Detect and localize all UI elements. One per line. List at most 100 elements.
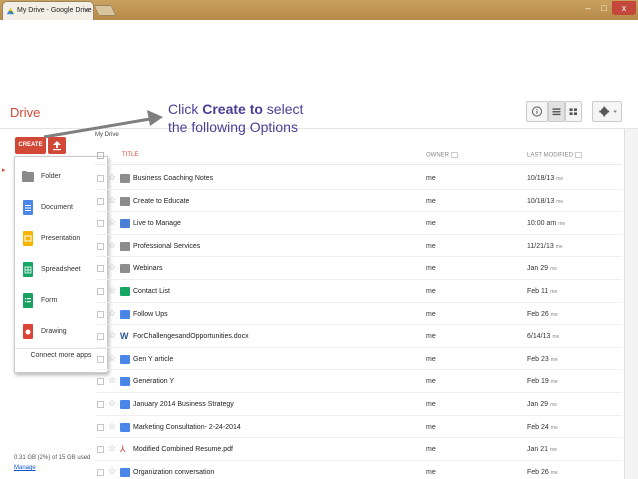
table-row[interactable]: ☆ Generation Yme Feb 19 me [95, 370, 622, 393]
sort-dropdown-icon[interactable] [574, 152, 582, 158]
modified-date: 11/21/13 [527, 242, 554, 250]
menu-item-document[interactable]: Document [15, 193, 107, 224]
star-icon[interactable]: ☆ [108, 172, 116, 183]
file-name[interactable]: Organization conversation [133, 469, 214, 476]
star-icon[interactable]: ☆ [108, 421, 116, 432]
row-checkbox[interactable] [97, 310, 104, 318]
file-name[interactable]: January 2014 Business Strategy [133, 401, 234, 408]
file-modified: 6/14/13 me [527, 333, 559, 340]
row-checkbox[interactable] [97, 355, 104, 363]
manage-storage-link[interactable]: Manage [14, 465, 36, 471]
modified-date: Feb 24 [527, 423, 549, 431]
star-icon[interactable]: ☆ [108, 262, 116, 273]
star-icon[interactable]: ☆ [108, 375, 116, 386]
table-row[interactable]: ☆ Create to Educate me 10/18/13 me [95, 190, 622, 213]
row-checkbox[interactable] [97, 175, 104, 182]
file-name[interactable]: Marketing Consultation- 2-24-2014 [133, 424, 241, 431]
file-name[interactable]: Business Coaching Notes [133, 175, 213, 182]
create-button[interactable]: CREATE [15, 137, 46, 154]
annotation-prefix: Click [168, 101, 203, 117]
star-icon[interactable]: ☆ [108, 308, 116, 319]
row-checkbox[interactable] [97, 333, 104, 341]
document-icon [120, 309, 130, 319]
star-icon[interactable]: ☆ [108, 285, 116, 296]
menu-item-form[interactable]: Form [15, 286, 107, 317]
menu-item-presentation[interactable]: Presentation [15, 224, 107, 255]
menu-item-label: Spreadsheet [41, 266, 81, 273]
menu-item-drawing[interactable]: Drawing [15, 317, 107, 348]
table-row[interactable]: ☆ Organization conversation me Feb 26 me [95, 461, 622, 479]
file-name[interactable]: Modified Combined Resume.pdf [133, 446, 233, 453]
table-row[interactable]: ☆ Gen Y article me Feb 23 me [95, 348, 622, 371]
file-name[interactable]: Professional Services [133, 243, 200, 250]
star-icon[interactable]: ☆ [108, 330, 116, 341]
breadcrumb[interactable]: My Drive [95, 132, 119, 138]
file-owner: me [426, 400, 436, 408]
menu-divider [15, 348, 107, 349]
annotation-line2: the following Options [168, 119, 298, 135]
sort-dropdown-icon[interactable] [451, 152, 458, 158]
column-owner[interactable]: OWNER [426, 152, 458, 159]
file-name[interactable]: Webinars [133, 265, 162, 272]
table-row[interactable]: ☆ January 2014 Business Strategy me Jan 29 m… [95, 393, 622, 416]
file-modified: 10:00 am me [527, 220, 565, 227]
nav-expand-icon[interactable]: ▸ [2, 166, 8, 174]
spreadsheet-icon [23, 262, 33, 277]
table-row[interactable]: ☆ Contact List me Feb 11 me [95, 280, 622, 303]
file-name[interactable]: Follow Ups [133, 311, 168, 318]
table-row[interactable]: ☆ Professional Services me 11/21/13 me [95, 235, 622, 258]
star-icon[interactable]: ☆ [108, 466, 116, 477]
row-checkbox[interactable] [97, 378, 104, 386]
row-checkbox[interactable] [97, 468, 104, 476]
modified-by: me [552, 334, 560, 341]
table-row[interactable]: ☆ W ForChallengesandOpportunities.docx me 6/… [95, 325, 622, 348]
modified-by: me [550, 356, 558, 363]
star-icon[interactable]: ☆ [108, 195, 116, 206]
modified-by: me [558, 221, 566, 228]
upload-button[interactable] [48, 137, 66, 154]
file-owner: me [426, 242, 436, 250]
word-file-icon: W [120, 331, 129, 342]
modified-date: 10:00 am [527, 220, 557, 228]
modified-date: Feb 23 [527, 355, 549, 363]
select-all-checkbox[interactable] [97, 152, 104, 159]
table-row[interactable]: ☆ Marketing Consultation- 2-24-2014 me Feb … [95, 416, 622, 439]
menu-item-spreadsheet[interactable]: Spreadsheet [15, 255, 107, 286]
row-checkbox[interactable] [97, 287, 104, 295]
star-icon[interactable]: ☆ [108, 353, 116, 364]
file-modified: Feb 26 me [527, 311, 558, 318]
scrollbar[interactable] [624, 129, 638, 479]
row-checkbox[interactable] [97, 197, 104, 205]
file-name[interactable]: Live to Manage [133, 220, 181, 227]
file-modified: Jan 29 me [527, 401, 557, 408]
connect-more-apps[interactable]: Connect more apps [15, 352, 107, 359]
star-icon[interactable]: ☆ [108, 240, 116, 251]
folder-icon [120, 196, 130, 206]
row-checkbox[interactable] [97, 242, 104, 250]
file-name[interactable]: Gen Y article [133, 356, 173, 363]
table-row[interactable]: ☆ Webinars me Jan 29 me [95, 257, 622, 280]
row-checkbox[interactable] [97, 400, 104, 408]
star-icon[interactable]: ☆ [108, 217, 116, 228]
file-name[interactable]: Create to Educate [133, 198, 189, 205]
file-name[interactable]: Contact List [133, 288, 170, 295]
table-row[interactable]: ☆ Follow Ups me Feb 26 me [95, 303, 622, 326]
row-checkbox[interactable] [97, 446, 104, 454]
file-name[interactable]: Generation Y [133, 378, 174, 385]
file-list-header: TITLE OWNER LAST MODIFIED [95, 147, 622, 165]
modified-date: 10/18/13 [527, 197, 555, 205]
row-checkbox[interactable] [97, 265, 104, 273]
annotation-line1-rest: select [262, 101, 304, 117]
file-owner: me [426, 310, 436, 318]
column-title[interactable]: TITLE [122, 152, 138, 158]
star-icon[interactable]: ☆ [108, 398, 116, 409]
table-row[interactable]: ☆ Live to Manage me 10:00 am me [95, 212, 622, 235]
column-last-modified[interactable]: LAST MODIFIED [527, 152, 582, 159]
table-row[interactable]: ☆ ⅄ Modified Combined Resume.pdf me Jan 21 me [95, 438, 622, 461]
table-row[interactable]: ☆ Business Coaching Notes me 10/18/13 me [95, 167, 622, 190]
row-checkbox[interactable] [97, 220, 104, 228]
row-checkbox[interactable] [97, 423, 104, 431]
menu-item-folder[interactable]: Folder [15, 162, 107, 193]
file-name[interactable]: ForChallengesandOpportunities.docx [133, 333, 249, 340]
star-icon[interactable]: ☆ [108, 443, 116, 454]
